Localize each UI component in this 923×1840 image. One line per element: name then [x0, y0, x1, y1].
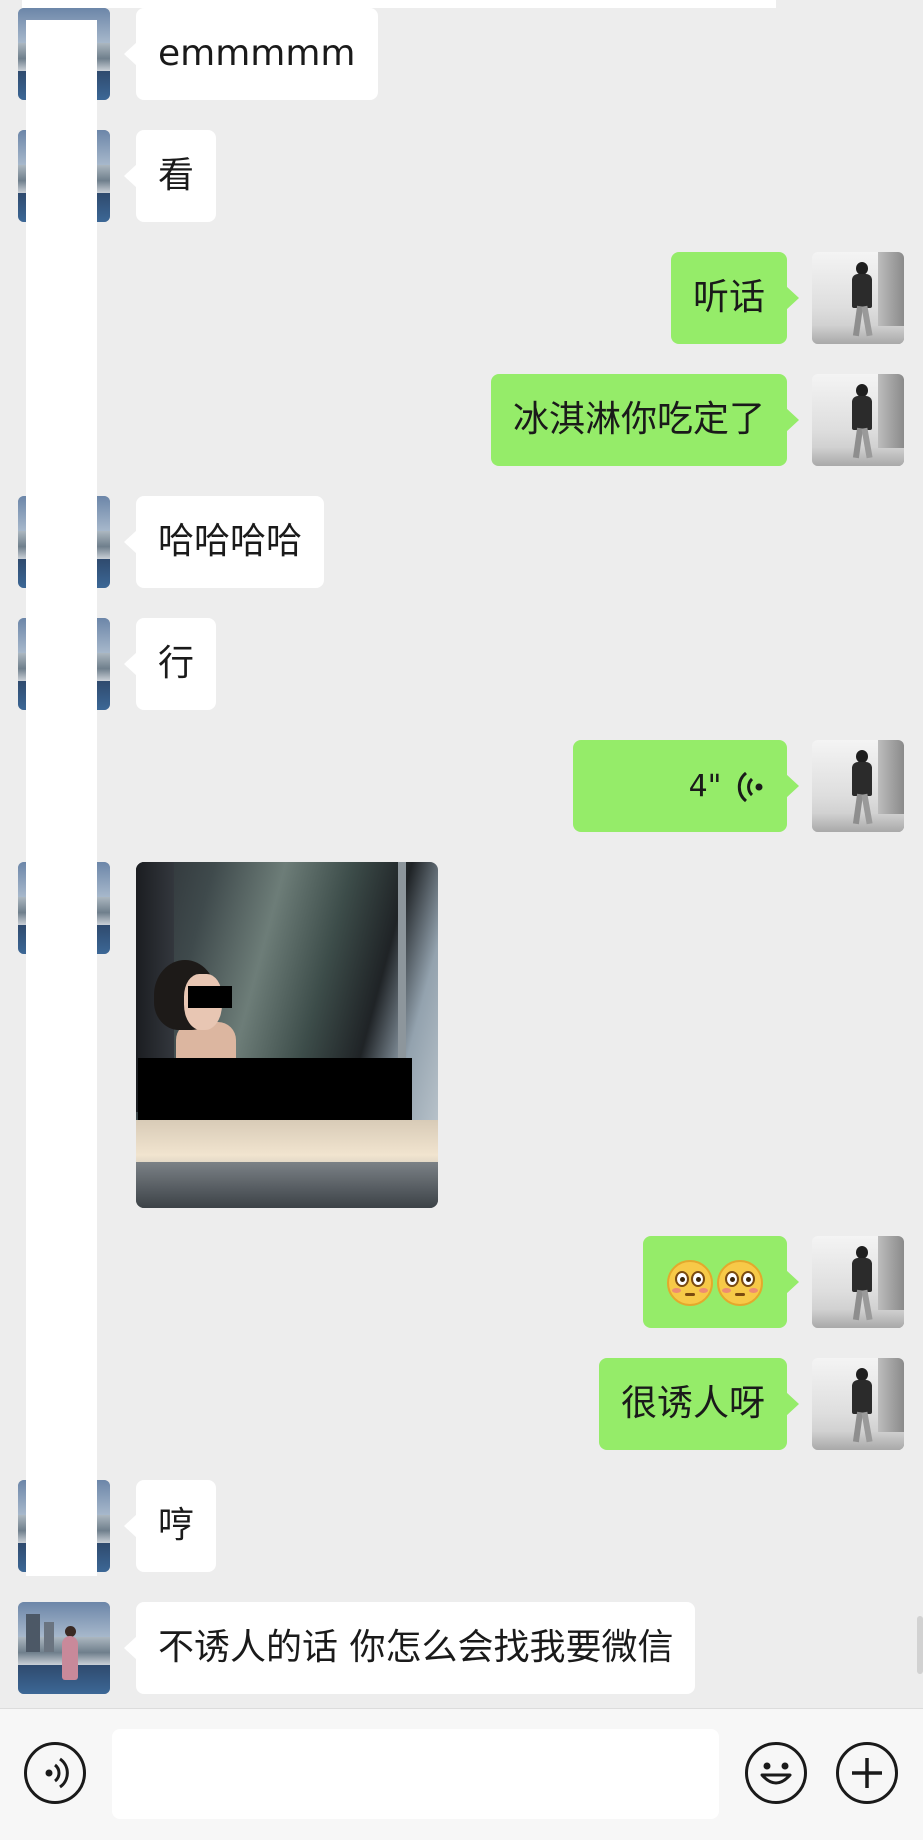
voice-duration: 4" — [688, 768, 722, 804]
message-bubble-sent[interactable]: 冰淇淋你吃定了 — [490, 374, 800, 466]
flushed-face-icon — [717, 1260, 763, 1306]
message-bubble-received[interactable]: 看 — [123, 130, 217, 222]
emoji-message-bubble[interactable] — [643, 1236, 799, 1328]
message-bubble-received[interactable]: 哼 — [123, 1480, 217, 1572]
censor-bar — [188, 986, 232, 1008]
message-bubble-received[interactable]: 行 — [123, 618, 217, 710]
chat-message-list[interactable]: emmmmm 看 听话 冰淇淋你吃定了 哈哈哈哈 行 4" 很诱人呀 哼 不诱人… — [0, 0, 923, 1708]
message-bubble-received[interactable]: emmmmm — [124, 8, 378, 100]
smiley-face-icon — [760, 1762, 792, 1785]
message-bubble-received[interactable]: 不诱人的话 你怎么会找我要微信 — [123, 1602, 696, 1694]
voice-message-bubble[interactable]: 4" — [573, 740, 799, 832]
more-options-button[interactable] — [836, 1742, 898, 1804]
emoji-button[interactable] — [745, 1742, 807, 1804]
censor-bar — [138, 1058, 412, 1120]
scrollbar-thumb[interactable] — [917, 1616, 923, 1674]
contact-avatar[interactable] — [18, 1602, 110, 1694]
image-message[interactable] — [136, 862, 438, 1208]
voice-input-icon — [45, 1757, 69, 1789]
message-bubble-sent[interactable]: 很诱人呀 — [598, 1358, 800, 1450]
top-edge-strip — [22, 0, 776, 8]
voice-wave-icon — [737, 771, 763, 802]
message-input[interactable] — [112, 1729, 719, 1819]
plus-icon — [852, 1758, 882, 1788]
flushed-face-icon — [667, 1260, 713, 1306]
self-avatar[interactable] — [812, 740, 904, 832]
message-bubble-received[interactable]: 哈哈哈哈 — [123, 496, 325, 588]
photo-bathtub-rim — [136, 1162, 438, 1208]
message-bubble-sent[interactable]: 听话 — [670, 252, 800, 344]
voice-input-button[interactable] — [24, 1742, 86, 1804]
self-avatar[interactable] — [812, 1358, 904, 1450]
self-avatar[interactable] — [812, 1236, 904, 1328]
chat-input-bar — [0, 1708, 923, 1840]
self-avatar[interactable] — [812, 374, 904, 466]
self-avatar[interactable] — [812, 252, 904, 344]
redaction-strip — [26, 20, 97, 1576]
